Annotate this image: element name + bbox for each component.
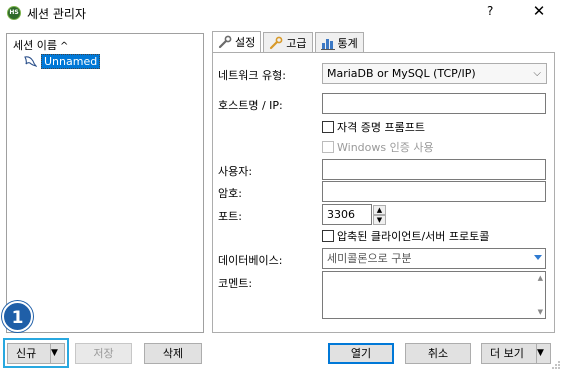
password-input[interactable]	[322, 181, 546, 202]
tab-advanced[interactable]: 고급	[263, 32, 313, 52]
port-input[interactable]: 3306	[322, 204, 372, 225]
databases-placeholder: 세미콜론으로 구분	[327, 252, 412, 265]
sort-ascending-icon: ^	[59, 41, 69, 52]
host-label: 호스트명 / IP:	[218, 99, 283, 112]
help-button[interactable]: ?	[487, 4, 493, 18]
checkbox-box	[322, 141, 334, 153]
host-input[interactable]	[322, 93, 546, 114]
delete-button[interactable]: 삭제	[144, 343, 202, 364]
compressed-protocol-label: 압축된 클라이언트/서버 프로토콜	[337, 230, 490, 243]
more-button[interactable]: 더 보기 ▼	[481, 343, 551, 364]
comment-label: 코멘트:	[218, 277, 253, 290]
scroll-down-icon[interactable]: ▼	[538, 308, 543, 316]
bar-chart-icon	[320, 38, 335, 50]
dropdown-arrow-icon[interactable]: ▼	[536, 344, 550, 363]
new-button-label: 신규	[16, 347, 37, 360]
databases-label: 데이터베이스:	[218, 254, 283, 267]
compressed-protocol-checkbox[interactable]: 압축된 클라이언트/서버 프로토콜	[322, 228, 489, 244]
user-label: 사용자:	[218, 165, 253, 178]
new-button[interactable]: 신규 ▼	[7, 343, 65, 364]
checkbox-box	[322, 121, 334, 133]
open-button[interactable]: 열기	[328, 343, 394, 364]
checkbox-box	[322, 230, 334, 242]
dolphin-icon	[24, 56, 37, 67]
tab-settings[interactable]: 설정	[212, 31, 262, 52]
port-spin-down-button[interactable]: ▼	[373, 215, 386, 225]
tab-strip: 설정 고급 통계	[212, 31, 366, 53]
heidisql-app-icon: HS	[7, 6, 21, 20]
save-button[interactable]: 저장	[75, 343, 132, 364]
session-name-column-header[interactable]: 세션 이름 ^	[13, 37, 68, 53]
windows-auth-label: Windows 인증 사용	[337, 141, 434, 154]
title-bar: HS 세션 관리자 ? ✕	[0, 0, 563, 26]
wrench-gold-icon	[270, 36, 283, 49]
session-item-label: Unnamed	[41, 54, 101, 69]
tab-statistics[interactable]: 통계	[314, 32, 364, 52]
resize-grip-icon[interactable]	[551, 360, 561, 370]
comment-textarea[interactable]: ▲ ▼	[322, 271, 546, 319]
scroll-up-icon[interactable]: ▲	[538, 274, 543, 282]
session-name-header-label: 세션 이름	[13, 39, 57, 52]
more-button-label: 더 보기	[490, 347, 524, 360]
network-type-select[interactable]: MariaDB or MySQL (TCP/IP) ⌵	[322, 63, 547, 84]
databases-input[interactable]: 세미콜론으로 구분	[322, 248, 546, 269]
user-input[interactable]	[322, 159, 546, 180]
cancel-button[interactable]: 취소	[405, 343, 471, 364]
dropdown-arrow-icon[interactable]: ▼	[50, 344, 64, 363]
tab-statistics-label: 통계	[337, 36, 358, 50]
network-type-value: MariaDB or MySQL (TCP/IP)	[327, 67, 476, 80]
window-title: 세션 관리자	[27, 7, 87, 21]
port-label: 포트:	[218, 210, 242, 223]
session-item[interactable]: Unnamed	[23, 54, 101, 69]
dropdown-arrow-icon[interactable]	[533, 252, 543, 262]
port-spin-up-button[interactable]: ▲	[373, 205, 386, 215]
close-button[interactable]: ✕	[527, 2, 551, 20]
prompt-credentials-checkbox[interactable]: 자격 증명 프롬프트	[322, 119, 425, 135]
step-badge: 1	[2, 301, 33, 332]
prompt-credentials-label: 자격 증명 프롬프트	[337, 121, 425, 134]
chevron-down-icon: ⌵	[533, 68, 541, 79]
password-label: 암호:	[218, 187, 242, 200]
tab-settings-label: 설정	[235, 36, 256, 49]
tab-advanced-label: 고급	[286, 36, 307, 50]
windows-auth-checkbox[interactable]: Windows 인증 사용	[322, 139, 434, 155]
wrench-icon	[218, 35, 232, 49]
session-tree[interactable]: 세션 이름 ^ Unnamed	[6, 33, 204, 333]
network-type-label: 네트워크 유형:	[218, 69, 286, 82]
